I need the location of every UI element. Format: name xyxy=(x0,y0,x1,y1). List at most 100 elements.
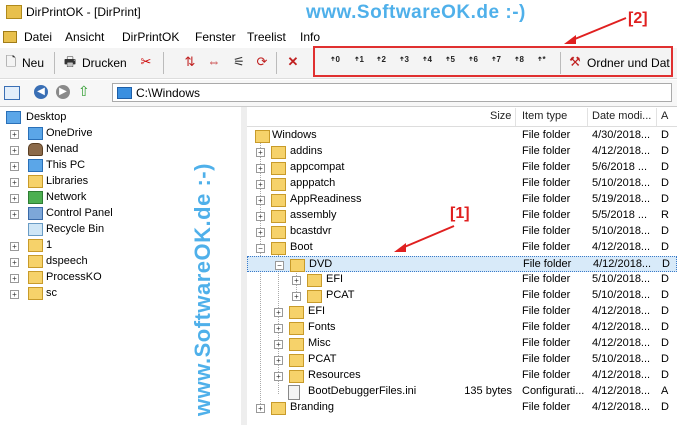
settings-file-icon xyxy=(288,385,300,400)
refresh-icon[interactable]: ⟳ xyxy=(254,54,270,70)
column-header-date[interactable]: Date modi... xyxy=(592,110,651,122)
level-2-button[interactable]: ꜛ2 xyxy=(376,55,386,70)
file-row[interactable]: + PCAT File folder 5/10/2018... D xyxy=(247,352,677,368)
expand-icon[interactable]: + xyxy=(256,404,265,413)
level-7-button[interactable]: ꜛ7 xyxy=(491,55,501,70)
panel-toggle-icon[interactable] xyxy=(4,86,20,100)
expand-icon[interactable]: ⇔ xyxy=(206,54,222,70)
file-type: File folder xyxy=(522,161,571,173)
expand-icon[interactable]: + xyxy=(10,210,19,219)
expand-icon[interactable]: + xyxy=(10,162,19,171)
expand-icon[interactable]: + xyxy=(10,146,19,155)
file-row[interactable]: + EFI File folder 5/10/2018... D xyxy=(247,272,677,288)
level-all-button[interactable]: ꜛ* xyxy=(537,55,546,70)
expand-icon[interactable]: + xyxy=(10,290,19,299)
control-panel-icon xyxy=(28,207,43,220)
menu-datei[interactable]: Datei xyxy=(24,30,52,44)
menu-dirprintok[interactable]: DirPrintOK xyxy=(122,30,179,44)
expand-icon[interactable]: + xyxy=(256,212,265,221)
column-separator[interactable] xyxy=(587,108,588,126)
file-row-selected[interactable]: − DVD File folder 4/12/2018... D xyxy=(247,256,677,272)
level-6-button[interactable]: ꜛ6 xyxy=(468,55,478,70)
file-attr: D xyxy=(661,225,669,237)
level-5-button[interactable]: ꜛ5 xyxy=(445,55,455,70)
level-3-button[interactable]: ꜛ3 xyxy=(399,55,409,70)
delete-tree-icon[interactable]: ✂ xyxy=(138,54,154,70)
file-name: addins xyxy=(290,145,323,157)
expand-icon[interactable]: + xyxy=(10,242,19,251)
forward-icon[interactable]: ▶ xyxy=(56,85,70,99)
level-3-label: 3 xyxy=(404,55,409,64)
expand-icon[interactable]: + xyxy=(10,130,19,139)
tree-label: Nenad xyxy=(46,143,79,155)
magic-wand-icon[interactable]: ⚟ xyxy=(231,54,247,70)
print-icon[interactable]: 🖶 xyxy=(62,54,78,70)
back-icon[interactable]: ◀ xyxy=(34,85,48,99)
new-icon[interactable]: 🗋 xyxy=(3,54,19,70)
new-button[interactable]: Neu xyxy=(22,56,44,70)
expand-icon[interactable]: + xyxy=(274,356,283,365)
drive-icon xyxy=(117,87,132,99)
expand-icon[interactable]: + xyxy=(10,194,19,203)
level-1-button[interactable]: ꜛ1 xyxy=(354,55,364,70)
file-row[interactable]: + PCAT File folder 5/10/2018... D xyxy=(247,288,677,304)
expand-icon[interactable]: + xyxy=(10,258,19,267)
expand-icon[interactable]: + xyxy=(256,164,265,173)
address-path[interactable]: C:\Windows xyxy=(136,86,200,100)
expand-icon[interactable]: + xyxy=(292,276,301,285)
level-4-button[interactable]: ꜛ4 xyxy=(422,55,432,70)
column-header-attr[interactable]: A xyxy=(661,110,668,122)
file-row[interactable]: + Resources File folder 4/12/2018... D xyxy=(247,368,677,384)
menu-fenster[interactable]: Fenster xyxy=(195,30,236,44)
close-icon[interactable]: ✕ xyxy=(285,54,301,70)
menu-info[interactable]: Info xyxy=(300,30,320,44)
expand-icon[interactable]: + xyxy=(274,372,283,381)
menu-app-icon[interactable] xyxy=(3,31,17,43)
level-8-button[interactable]: ꜛ8 xyxy=(514,55,524,70)
collapse-icon[interactable]: − xyxy=(275,261,284,270)
print-button[interactable]: Drucken xyxy=(82,56,127,70)
menu-treelist[interactable]: Treelist xyxy=(247,30,286,44)
file-row[interactable]: Windows File folder 4/30/2018... D xyxy=(247,128,677,144)
file-row[interactable]: + Branding File folder 4/12/2018... D xyxy=(247,400,677,416)
level-0-button[interactable]: ꜛ0 xyxy=(330,55,340,70)
tree-item-desktop[interactable]: Desktop xyxy=(0,110,240,126)
expand-icon[interactable]: + xyxy=(274,340,283,349)
collapse-icon[interactable]: − xyxy=(256,244,265,253)
column-header-size[interactable]: Size xyxy=(490,110,511,122)
column-header-type[interactable]: Item type xyxy=(522,110,567,122)
file-row[interactable]: + EFI File folder 4/12/2018... D xyxy=(247,304,677,320)
file-row[interactable]: + apppatch File folder 5/10/2018... D xyxy=(247,176,677,192)
toolbar-separator xyxy=(54,52,55,74)
expand-icon[interactable]: + xyxy=(256,228,265,237)
expand-icon[interactable]: + xyxy=(274,324,283,333)
file-name: EFI xyxy=(308,305,326,317)
file-attr: D xyxy=(661,145,669,157)
column-separator[interactable] xyxy=(656,108,657,126)
file-row[interactable]: + Misc File folder 4/12/2018... D xyxy=(247,336,677,352)
expand-icon[interactable]: + xyxy=(292,292,301,301)
file-row[interactable]: BootDebuggerFiles.ini 135 bytes Configur… xyxy=(247,384,677,400)
file-row[interactable]: + appcompat File folder 5/6/2018 ... D xyxy=(247,160,677,176)
expand-icon[interactable]: + xyxy=(10,274,19,283)
collapse-icon[interactable]: ⇅ xyxy=(182,54,198,70)
folder-icon xyxy=(28,239,43,252)
level-2-label: 2 xyxy=(381,55,386,64)
folder-files-icon[interactable]: ⚒ xyxy=(567,54,583,70)
folder-files-button[interactable]: Ordner und Dat xyxy=(587,56,670,70)
expand-icon[interactable]: + xyxy=(256,148,265,157)
file-row[interactable]: + Fonts File folder 4/12/2018... D xyxy=(247,320,677,336)
file-row[interactable]: + bcastdvr File folder 5/10/2018... D xyxy=(247,224,677,240)
expand-icon[interactable]: + xyxy=(10,178,19,187)
window-title: DirPrintOK - [DirPrint] xyxy=(26,5,141,19)
expand-icon[interactable]: + xyxy=(274,308,283,317)
column-separator[interactable] xyxy=(515,108,516,126)
file-row[interactable]: + addins File folder 4/12/2018... D xyxy=(247,144,677,160)
menu-ansicht[interactable]: Ansicht xyxy=(65,30,104,44)
file-row[interactable]: − Boot File folder 4/12/2018... D xyxy=(247,240,677,256)
file-date: 5/10/2018... xyxy=(592,177,651,189)
expand-icon[interactable]: + xyxy=(256,180,265,189)
folder-icon xyxy=(271,226,286,239)
expand-icon[interactable]: + xyxy=(256,196,265,205)
up-folder-icon[interactable]: ⇧ xyxy=(78,83,90,100)
